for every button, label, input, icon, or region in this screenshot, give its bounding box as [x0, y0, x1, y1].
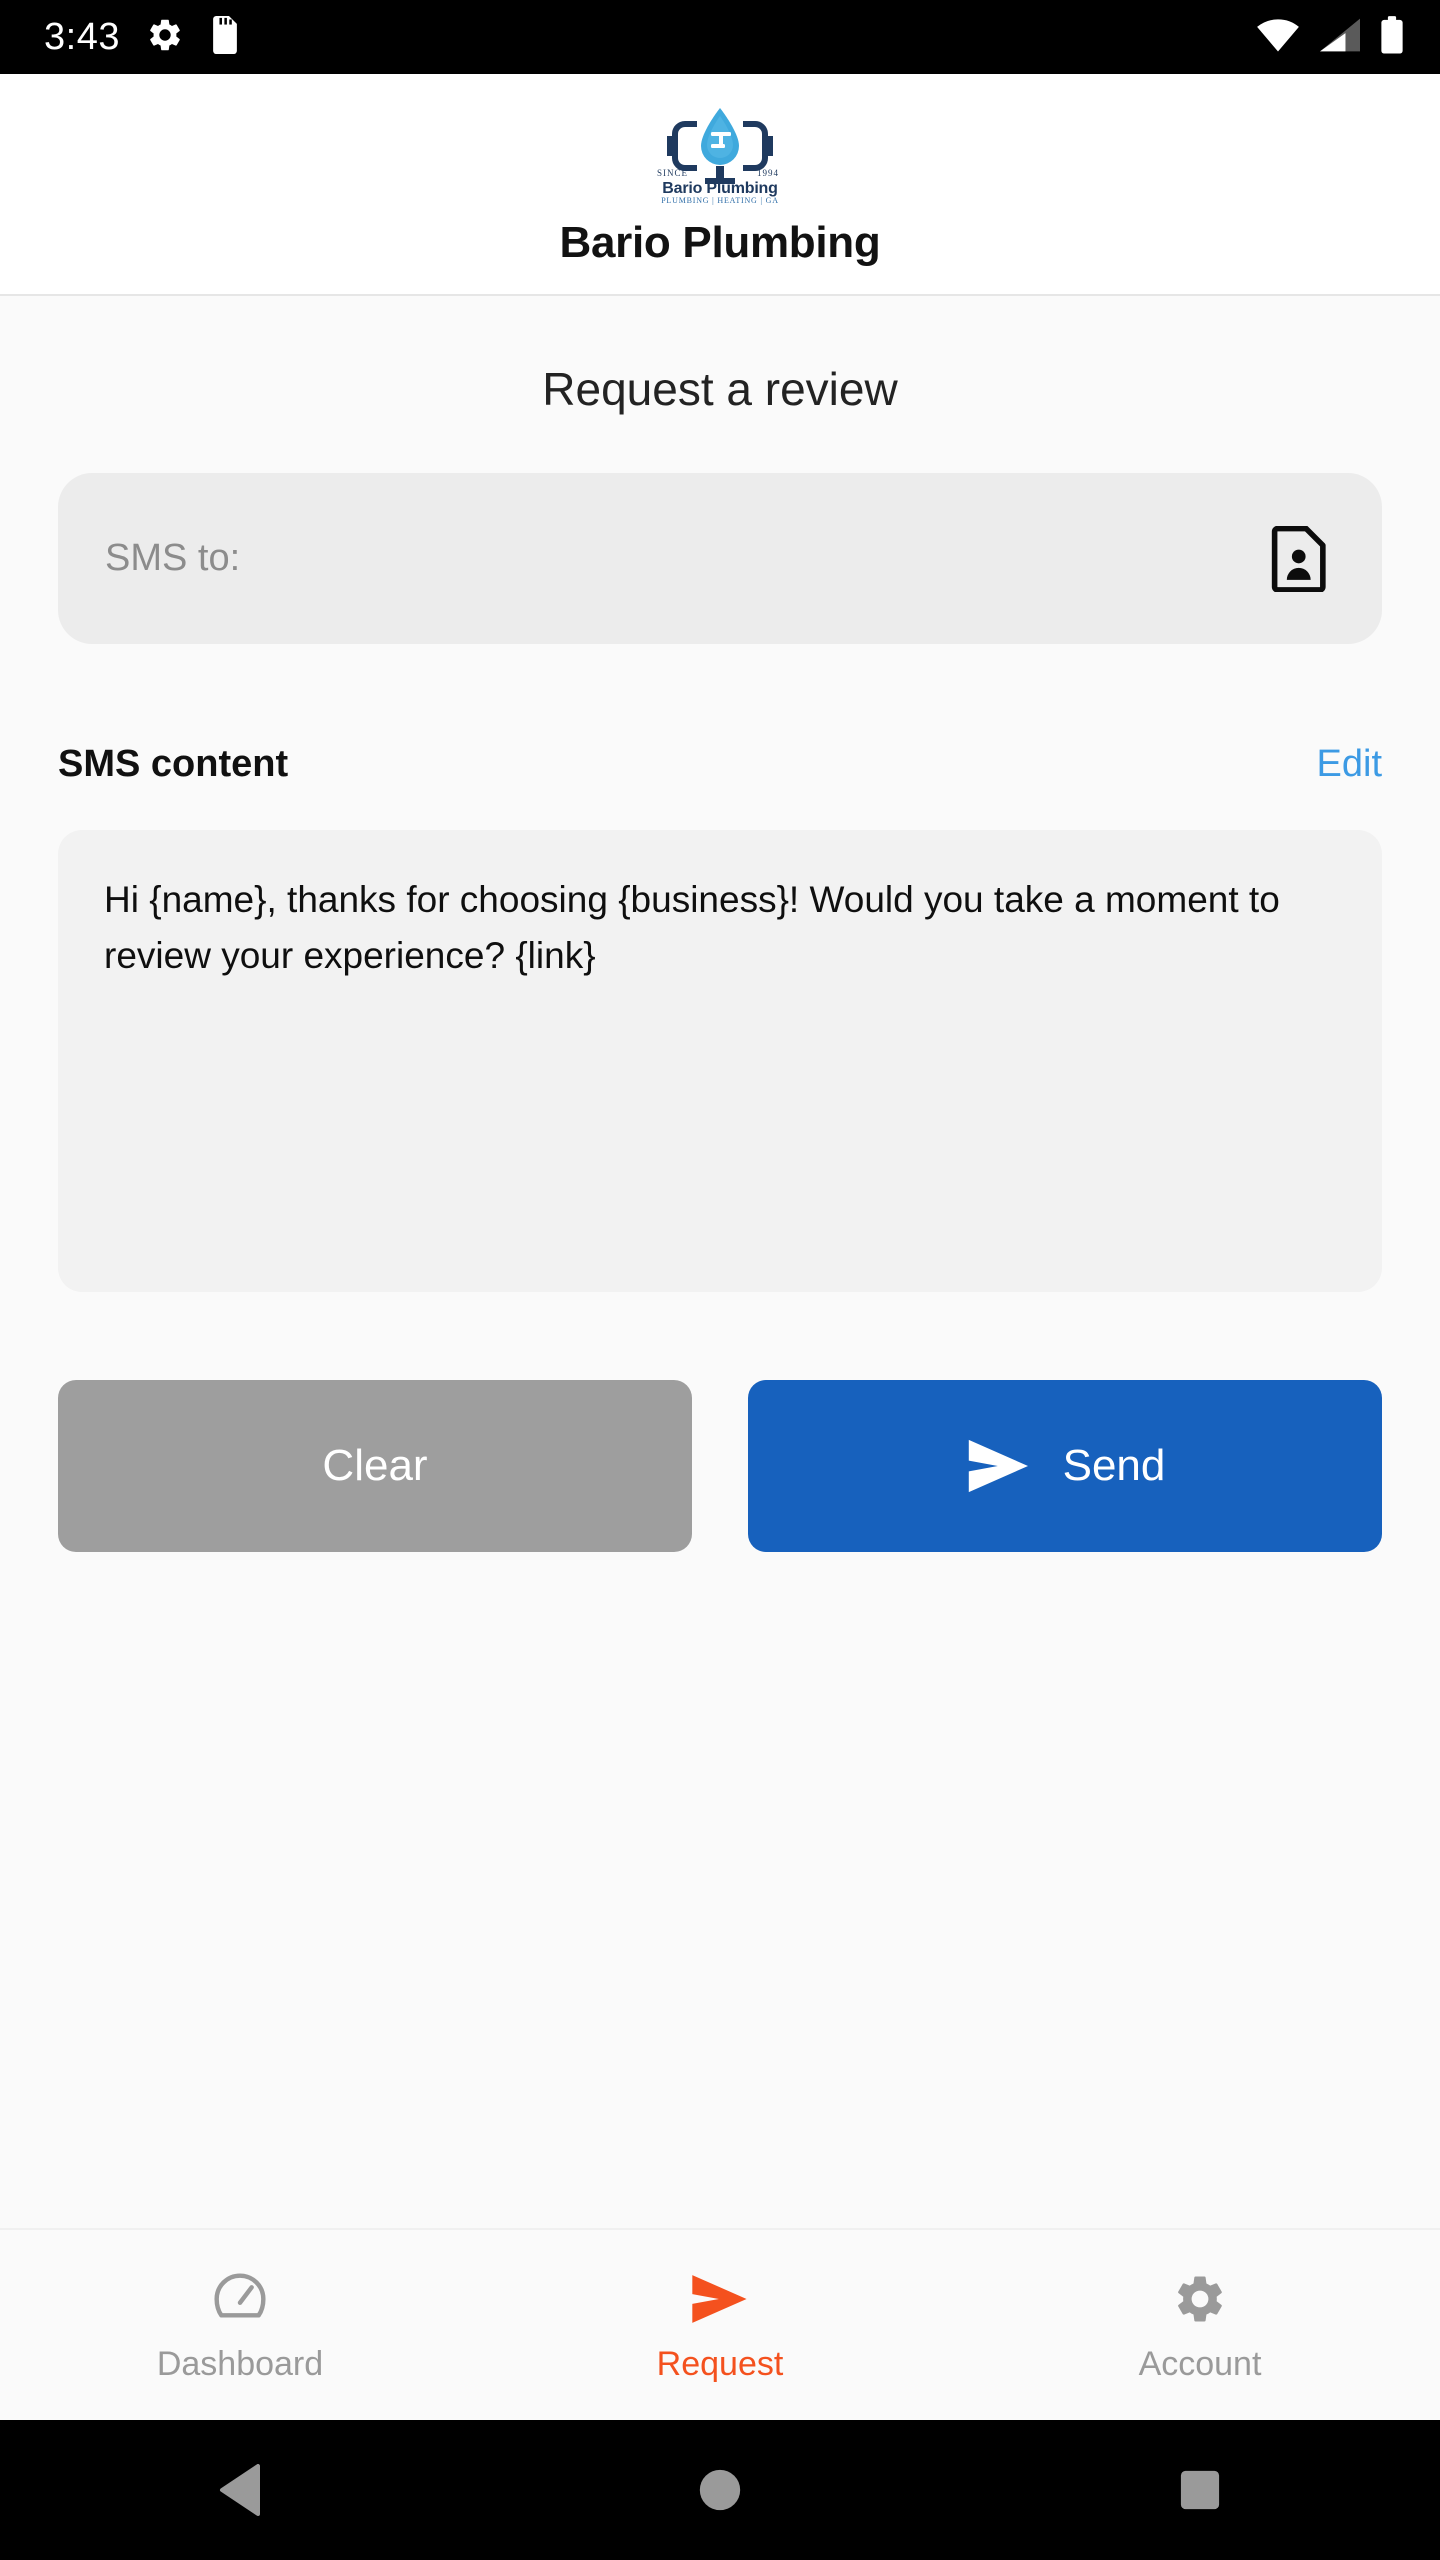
- gear-icon: [146, 16, 184, 59]
- main-content: Request a review SMS to: SMS content Edi…: [0, 296, 1440, 2228]
- nav-item-request[interactable]: Request: [480, 2267, 960, 2384]
- svg-text:SINCE: SINCE: [657, 168, 688, 178]
- back-triangle-icon[interactable]: [0, 2464, 480, 2516]
- page-title: Request a review: [542, 363, 898, 415]
- battery-icon: [1380, 15, 1404, 59]
- wifi-icon: [1256, 18, 1300, 57]
- clear-button-label: Clear: [322, 1441, 428, 1490]
- send-button-label: Send: [1062, 1441, 1166, 1490]
- app-root: 3:43 SINCE 1994 Bario Plumbing PLUMBING …: [0, 0, 1440, 2560]
- clear-button[interactable]: Clear: [58, 1380, 692, 1552]
- cellular-signal-icon: [1320, 18, 1360, 57]
- app-header: SINCE 1994 Bario Plumbing PLUMBING | HEA…: [0, 74, 1440, 296]
- system-navigation-bar: [0, 2420, 1440, 2560]
- status-bar-right: [1256, 15, 1404, 59]
- status-bar-left: 3:43: [44, 15, 240, 59]
- page-business-title: Bario Plumbing: [559, 218, 881, 267]
- gear-icon: [1172, 2267, 1228, 2331]
- sms-to-field[interactable]: SMS to:: [58, 473, 1382, 644]
- send-icon: [689, 2267, 751, 2331]
- business-logo: SINCE 1994 Bario Plumbing PLUMBING | HEA…: [645, 96, 795, 206]
- status-bar: 3:43: [0, 0, 1440, 74]
- status-bar-clock: 3:43: [44, 16, 120, 58]
- recents-square-icon[interactable]: [960, 2469, 1440, 2511]
- svg-text:PLUMBING | HEATING | GA: PLUMBING | HEATING | GA: [661, 196, 779, 205]
- send-button[interactable]: Send: [748, 1380, 1382, 1552]
- nav-item-dashboard[interactable]: Dashboard: [0, 2267, 480, 2384]
- action-button-row: Clear Send: [58, 1380, 1382, 1552]
- nav-label-request: Request: [656, 2344, 784, 2383]
- sms-message-box[interactable]: Hi {name}, thanks for choosing {business…: [58, 830, 1382, 1292]
- svg-text:Bario Plumbing: Bario Plumbing: [662, 180, 777, 197]
- sms-content-label: SMS content: [58, 743, 289, 785]
- bottom-navigation: Dashboard Request Account: [0, 2228, 1440, 2420]
- sd-card-icon: [210, 15, 240, 59]
- contact-card-icon[interactable]: [1264, 523, 1336, 595]
- sms-content-header: SMS content Edit: [58, 743, 1382, 786]
- home-circle-icon[interactable]: [480, 2468, 960, 2512]
- svg-text:1994: 1994: [757, 168, 779, 178]
- nav-item-account[interactable]: Account: [960, 2267, 1440, 2384]
- sms-to-input[interactable]: SMS to:: [105, 537, 1264, 580]
- nav-label-dashboard: Dashboard: [156, 2344, 324, 2383]
- nav-label-account: Account: [1138, 2344, 1262, 2383]
- send-icon: [965, 1434, 1033, 1498]
- sms-message-text: Hi {name}, thanks for choosing {business…: [104, 879, 1280, 977]
- edit-button[interactable]: Edit: [1317, 743, 1382, 786]
- gauge-icon: [212, 2267, 268, 2331]
